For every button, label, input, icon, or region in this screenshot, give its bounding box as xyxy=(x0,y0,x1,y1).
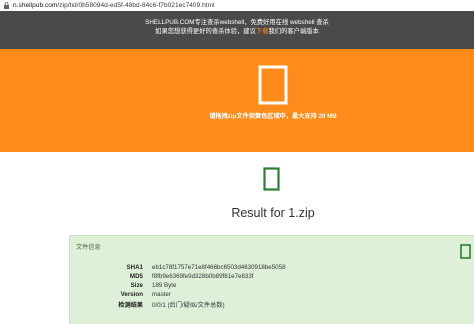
info-key: MD5 xyxy=(129,273,143,280)
url-host: n.shellpub.com xyxy=(13,2,58,9)
address-bar[interactable]: n.shellpub.com/zip/tid/0b58094d-ed5f-48b… xyxy=(0,0,474,11)
banner-line-1: SHELLPUB.COM专注查杀webshell，免费好用在线 webshell… xyxy=(145,19,329,26)
info-key: Version xyxy=(120,291,143,298)
file-info-panel: 文件信息 SHA1 eb1c78f1757e71e8f466bc6503d463… xyxy=(69,235,474,324)
file-icon xyxy=(263,167,280,191)
page: n.shellpub.com/zip/tid/0b58094d-ed5f-48b… xyxy=(0,0,474,324)
file-icon xyxy=(460,244,471,259)
upload-drop-zone[interactable]: 请拖拽zip文件到黄色区域中，最大支持 20 MB xyxy=(0,49,474,152)
url-text[interactable]: n.shellpub.com/zip/tid/0b58094d-ed5f-48b… xyxy=(13,2,215,9)
download-link[interactable]: 下载 xyxy=(256,28,269,35)
result-title: Result for 1.zip xyxy=(231,206,315,220)
info-value: master xyxy=(152,291,171,298)
info-row-size: Size 189 Byte xyxy=(70,282,474,291)
info-row-version: Version master xyxy=(70,291,474,300)
file-info-title: 文件信息 xyxy=(76,244,101,251)
info-value: f8fb9e6369fe9d328b0b89f81e7e833f xyxy=(152,273,254,280)
drop-hint: 请拖拽zip文件到黄色区域中，最大支持 20 MB xyxy=(209,113,337,120)
info-value: 189 Byte xyxy=(152,282,177,289)
info-row-md5: MD5 f8fb9e6369fe9d328b0b89f81e7e833f xyxy=(70,273,474,282)
banner-line-2-before: 如果您想获得更好的查杀体验，建议 xyxy=(155,28,256,35)
info-key: Size xyxy=(130,282,143,289)
info-row-result: 检测结果 0/0/1 (后门/疑似/文件总数) xyxy=(70,300,474,309)
info-value: eb1c78f1757e71e8f466bc6503d4630918be5058 xyxy=(152,264,286,271)
banner-line-2: 如果您想获得更好的查杀体验，建议下载我们的客户端版本 xyxy=(0,26,474,35)
info-value: 0/0/1 (后门/疑似/文件总数) xyxy=(152,302,225,309)
file-icon xyxy=(258,65,288,105)
lock-icon xyxy=(3,2,10,9)
url-path: /zip/tid/0b58094d-ed5f-48bd-84c6-f7b021e… xyxy=(57,2,215,9)
info-row-sha1: SHA1 eb1c78f1757e71e8f466bc6503d4630918b… xyxy=(70,264,474,273)
top-banner: SHELLPUB.COM专注查杀webshell，免费好用在线 webshell… xyxy=(0,11,474,49)
banner-line-2-after: 我们的客户端版本 xyxy=(268,28,319,35)
info-key: 检测结果 xyxy=(118,302,143,309)
info-key: SHA1 xyxy=(126,264,143,271)
